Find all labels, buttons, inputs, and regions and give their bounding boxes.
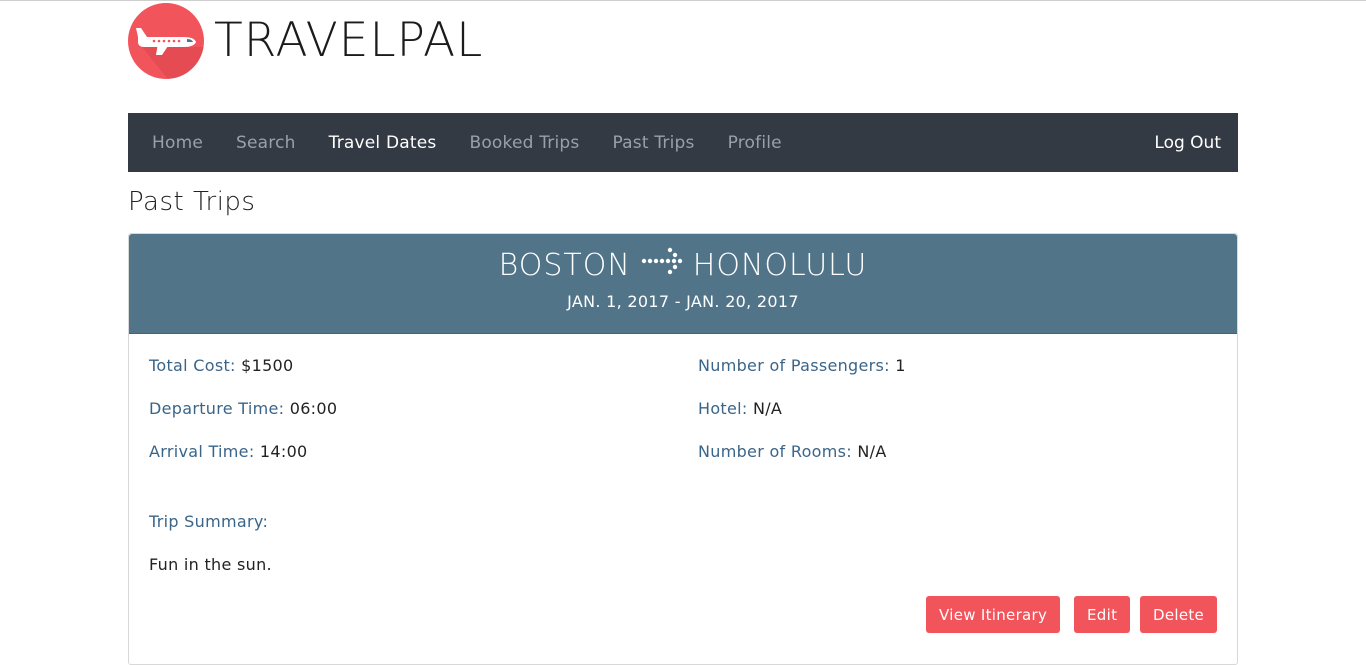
- hotel-value: N/A: [752, 399, 783, 418]
- trip-card: BOSTON HONOLULU JAN. 1, 2017 - JAN. 20, …: [128, 233, 1238, 665]
- total-cost-field: Total Cost: $1500: [149, 356, 294, 375]
- rooms-value: N/A: [857, 442, 887, 461]
- departure-time-value: 06:00: [289, 399, 338, 418]
- rooms-label: Number of Rooms:: [698, 442, 852, 461]
- dotted-arrow-icon: [641, 246, 685, 284]
- passengers-value: 1: [895, 356, 906, 375]
- trip-summary-label: Trip Summary:: [149, 512, 269, 531]
- arrival-time-field: Arrival Time: 14:00: [149, 442, 308, 461]
- brand[interactable]: TRAVELPAL: [128, 3, 483, 79]
- nav-item-search[interactable]: Search: [236, 133, 296, 153]
- airplane-icon[interactable]: [128, 3, 204, 79]
- arrival-time-label: Arrival Time:: [149, 442, 255, 461]
- hotel-field: Hotel: N/A: [698, 399, 782, 418]
- delete-button[interactable]: Delete: [1140, 596, 1218, 633]
- trip-origin: BOSTON: [498, 247, 631, 283]
- edit-button[interactable]: Edit: [1074, 596, 1131, 633]
- trip-card-header: BOSTON HONOLULU JAN. 1, 2017 - JAN. 20, …: [129, 234, 1237, 334]
- total-cost-label: Total Cost:: [149, 356, 236, 375]
- passengers-label: Number of Passengers:: [698, 356, 890, 375]
- trip-summary-text: Fun in the sun.: [149, 555, 272, 574]
- nav-item-booked-trips[interactable]: Booked Trips: [469, 133, 579, 153]
- page-title: Past Trips: [128, 187, 256, 217]
- brand-name: TRAVELPAL: [214, 13, 484, 68]
- departure-time-label: Departure Time:: [149, 399, 285, 418]
- nav-item-profile[interactable]: Profile: [728, 133, 782, 153]
- passengers-field: Number of Passengers: 1: [698, 356, 906, 375]
- trip-dates: JAN. 1, 2017 - JAN. 20, 2017: [567, 292, 799, 311]
- rooms-field: Number of Rooms: N/A: [698, 442, 887, 461]
- nav-item-past-trips[interactable]: Past Trips: [612, 133, 694, 153]
- trip-destination: HONOLULU: [692, 247, 868, 283]
- view-itinerary-button[interactable]: View Itinerary: [926, 596, 1061, 633]
- hotel-label: Hotel:: [698, 399, 748, 418]
- departure-time-field: Departure Time: 06:00: [149, 399, 337, 418]
- total-cost-value: $1500: [241, 356, 294, 375]
- top-divider: [0, 0, 1366, 1]
- nav-item-home[interactable]: Home: [152, 133, 203, 153]
- trip-route: BOSTON HONOLULU: [129, 234, 1237, 284]
- main-navbar: Home Search Travel Dates Booked Trips Pa…: [128, 113, 1238, 172]
- arrival-time-value: 14:00: [259, 442, 308, 461]
- nav-item-travel-dates[interactable]: Travel Dates: [329, 133, 437, 153]
- logout-link[interactable]: Log Out: [1154, 133, 1221, 153]
